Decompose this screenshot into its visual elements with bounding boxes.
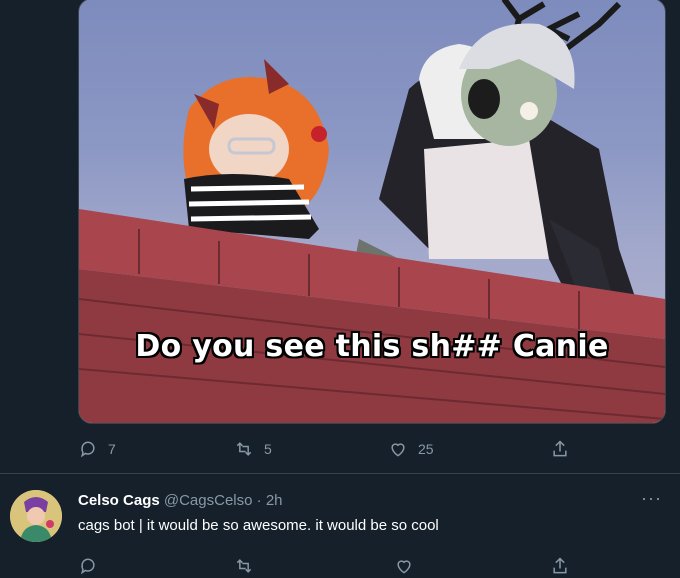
reply-count: 7 — [108, 441, 116, 457]
share-icon — [553, 557, 567, 574]
share-icon — [553, 440, 567, 457]
like-count: 25 — [418, 441, 434, 457]
tweet-divider — [0, 473, 680, 474]
reply-button[interactable]: 7 — [78, 439, 116, 459]
tweet-actions: 7 5 25 — [78, 439, 618, 461]
reply-icon — [80, 558, 95, 575]
avatar-image — [10, 490, 62, 542]
reply-button[interactable] — [78, 556, 98, 576]
like-button[interactable]: 25 — [388, 439, 434, 459]
retweet-count: 5 — [264, 441, 272, 457]
retweet-button[interactable]: 5 — [234, 439, 272, 459]
avatar[interactable] — [10, 490, 62, 542]
user-handle[interactable]: @CagsCelso — [164, 492, 253, 509]
separator: · — [256, 492, 262, 509]
meme-caption: Do you see this sh## Canie — [135, 329, 609, 364]
more-icon[interactable]: ··· — [641, 488, 662, 509]
like-icon — [391, 443, 405, 457]
share-button[interactable] — [550, 439, 570, 459]
tweet-header: Celso Cags @CagsCelso · 2h — [78, 492, 283, 509]
display-name[interactable]: Celso Cags — [78, 492, 160, 509]
timestamp[interactable]: 2h — [266, 492, 283, 509]
tweet-media-image[interactable]: Do you see this sh## Canie — [78, 0, 666, 424]
share-button[interactable] — [550, 556, 570, 576]
like-icon — [397, 560, 411, 574]
retweet-icon — [236, 442, 252, 456]
retweet-button[interactable] — [234, 556, 254, 576]
retweet-icon — [236, 559, 252, 573]
reply-icon — [80, 441, 95, 458]
like-button[interactable] — [394, 556, 414, 576]
tweet-text: cags bot | it would be so awesome. it wo… — [78, 517, 439, 534]
tweet-actions — [78, 556, 618, 578]
